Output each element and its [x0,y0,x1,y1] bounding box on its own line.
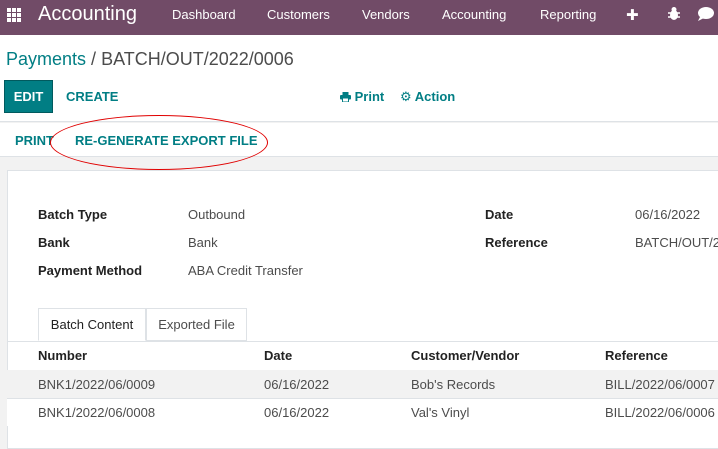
column-date[interactable]: Date [264,348,292,363]
plus-icon[interactable]: ✚ [626,6,639,24]
menu-customers[interactable]: Customers [267,7,330,22]
row-date: 06/16/2022 [264,377,330,392]
edit-button[interactable]: EDIT [4,80,53,113]
control-panel: Payments / BATCH/OUT/2022/0006 EDIT CREA… [0,35,718,122]
tab-batch-content[interactable]: Batch Content [38,308,146,341]
column-reference[interactable]: Reference [605,348,668,363]
top-navbar: Accounting Dashboard Customers Vendors A… [0,0,718,35]
menu-accounting[interactable]: Accounting [442,7,506,22]
row-customer: Val's Vinyl [411,405,470,420]
reference-label: Reference [485,235,548,250]
apps-menu-icon[interactable] [7,8,21,22]
date-label: Date [485,207,514,222]
create-button[interactable]: CREATE [66,89,118,104]
menu-reporting[interactable]: Reporting [540,7,596,22]
breadcrumb-separator: / [86,49,102,69]
payment-method-value: ABA Credit Transfer [188,263,303,278]
breadcrumb-current: BATCH/OUT/2022/0006 [101,49,294,69]
breadcrumb-payments[interactable]: Payments [6,49,86,69]
table-row[interactable]: BNK1/2022/06/0008 06/16/2022 Val's Vinyl… [7,398,718,426]
tab-exported-file[interactable]: Exported File [146,308,247,341]
breadcrumb: Payments / BATCH/OUT/2022/0006 [6,49,294,70]
bug-icon[interactable] [667,6,681,26]
reference-value: BATCH/OUT/2022/0006 [635,235,718,250]
gear-icon: ⚙ [400,89,412,104]
column-number[interactable]: Number [38,348,87,363]
print-dropdown[interactable]: Print [340,89,384,104]
regenerate-export-file-button[interactable]: RE-GENERATE EXPORT FILE [75,133,258,148]
table-row[interactable]: BNK1/2022/06/0009 06/16/2022 Bob's Recor… [7,370,718,398]
app-brand[interactable]: Accounting [38,3,137,26]
bank-value[interactable]: Bank [188,235,218,250]
print-label: Print [354,89,385,104]
action-label: Action [414,89,456,104]
row-reference: BILL/2022/06/0006 [605,405,715,420]
date-value: 06/16/2022 [635,207,701,222]
row-number: BNK1/2022/06/0008 [38,405,156,420]
tab-divider [7,341,718,342]
row-reference: BILL/2022/06/0007 [605,377,715,392]
batch-type-label: Batch Type [38,207,108,222]
print-button[interactable]: PRINT [15,133,54,148]
bank-label: Bank [38,235,70,250]
row-customer: Bob's Records [411,377,496,392]
menu-dashboard[interactable]: Dashboard [172,7,236,22]
batch-type-value: Outbound [188,207,246,222]
action-dropdown[interactable]: ⚙ Action [400,89,455,105]
form-statusbar: PRINT RE-GENERATE EXPORT FILE [0,123,718,157]
row-date: 06/16/2022 [264,405,330,420]
menu-vendors[interactable]: Vendors [362,7,410,22]
column-customer-vendor[interactable]: Customer/Vendor [411,348,519,363]
chat-icon[interactable] [697,6,718,26]
row-number: BNK1/2022/06/0009 [38,377,156,392]
print-icon [340,89,355,104]
payment-method-label: Payment Method [38,263,143,278]
